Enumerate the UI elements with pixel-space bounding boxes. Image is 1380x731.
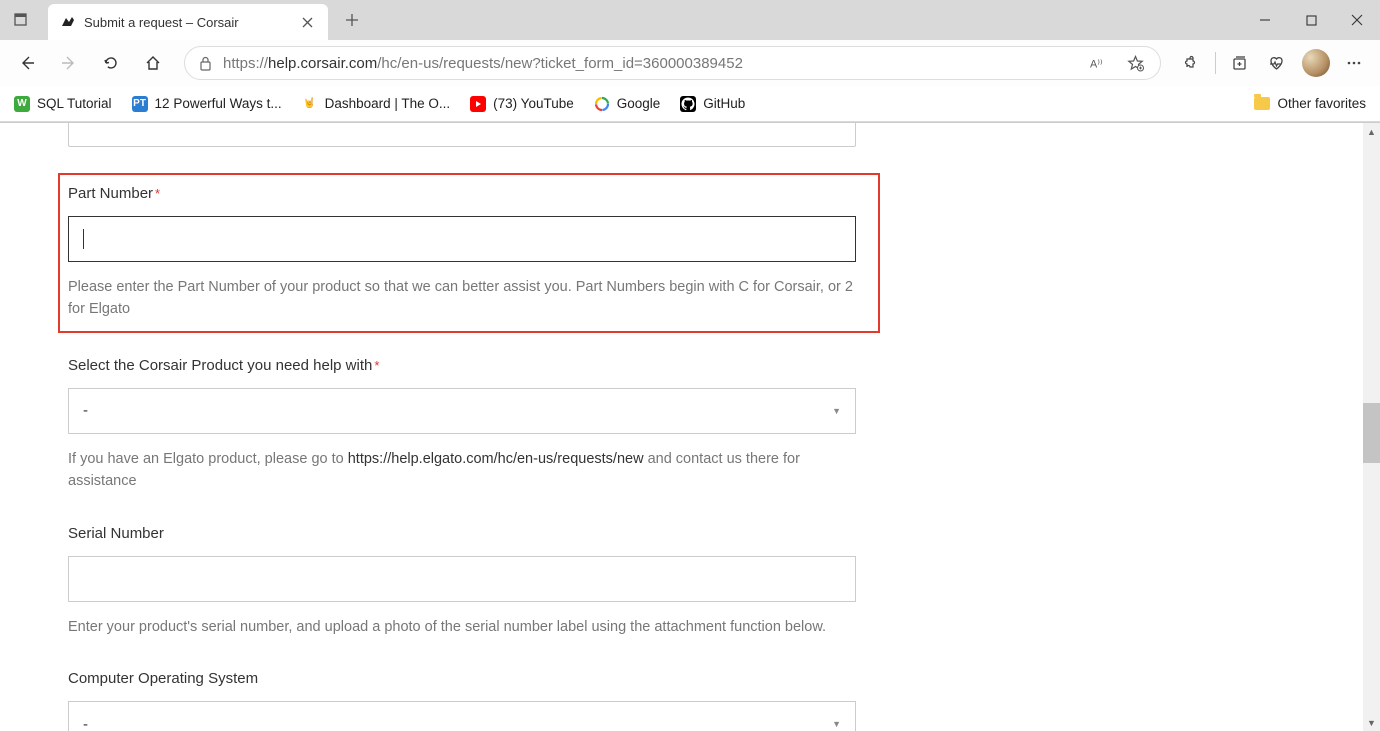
required-indicator: * [374, 358, 379, 373]
os-group: Computer Operating System - ▼ [68, 670, 900, 731]
scroll-up-button[interactable]: ▲ [1363, 123, 1380, 140]
address-bar[interactable]: https://help.corsair.com/hc/en-us/reques… [184, 46, 1161, 80]
corsair-favicon-icon [60, 14, 76, 30]
new-tab-button[interactable] [336, 4, 368, 36]
read-aloud-icon[interactable]: A⁾⁾ [1086, 50, 1112, 76]
google-icon [594, 96, 610, 112]
avatar-icon [1302, 49, 1330, 77]
os-label: Computer Operating System [68, 670, 900, 687]
extensions-icon[interactable] [1173, 44, 1209, 82]
page-content: Part Number* Please enter the Part Numbe… [0, 123, 900, 731]
bookmark-powerful-ways[interactable]: PT 12 Powerful Ways t... [132, 96, 282, 112]
toolbar: https://help.corsair.com/hc/en-us/reques… [0, 40, 1380, 86]
back-button[interactable] [8, 44, 46, 82]
chevron-down-icon: ▼ [832, 719, 841, 729]
scroll-down-button[interactable]: ▼ [1363, 714, 1380, 731]
dashboard-icon: 🤘 [302, 96, 318, 112]
label-text: Part Number [68, 185, 153, 202]
bookmark-sql-tutorial[interactable]: W SQL Tutorial [14, 96, 112, 112]
bookmark-github[interactable]: GitHub [680, 96, 745, 112]
bookmark-label: GitHub [703, 96, 745, 111]
required-indicator: * [155, 186, 160, 201]
other-favorites[interactable]: Other favorites [1254, 96, 1366, 111]
serial-group: Serial Number Enter your product's seria… [68, 525, 900, 638]
github-icon [680, 96, 696, 112]
url-domain: help.corsair.com [268, 55, 377, 72]
tab-actions-icon[interactable] [6, 4, 38, 36]
product-help: If you have an Elgato product, please go… [68, 448, 858, 493]
bookmarks-bar: W SQL Tutorial PT 12 Powerful Ways t... … [0, 86, 1380, 122]
svg-text:A⁾⁾: A⁾⁾ [1090, 59, 1103, 71]
previous-field-partial[interactable] [68, 123, 856, 147]
close-icon[interactable] [298, 13, 316, 31]
os-select[interactable]: - ▼ [68, 701, 856, 731]
scroll-thumb[interactable] [1363, 403, 1380, 463]
maximize-button[interactable] [1288, 0, 1334, 40]
url-path: /hc/en-us/requests/new?ticket_form_id=36… [377, 55, 743, 72]
profile-avatar[interactable] [1298, 44, 1334, 82]
toolbar-right [1173, 44, 1372, 82]
select-value: - [83, 716, 88, 731]
select-value: - [83, 402, 88, 419]
bookmark-label: SQL Tutorial [37, 96, 112, 111]
part-number-highlight: Part Number* Please enter the Part Numbe… [58, 173, 880, 333]
bookmark-label: (73) YouTube [493, 96, 574, 111]
forward-button[interactable] [50, 44, 88, 82]
refresh-button[interactable] [92, 44, 130, 82]
chevron-down-icon: ▼ [832, 406, 841, 416]
part-number-input[interactable] [68, 216, 856, 262]
collections-icon[interactable] [1222, 44, 1258, 82]
bookmark-label: Google [617, 96, 661, 111]
bookmark-google[interactable]: Google [594, 96, 661, 112]
bookmark-dashboard[interactable]: 🤘 Dashboard | The O... [302, 96, 451, 112]
bookmark-label: 12 Powerful Ways t... [155, 96, 282, 111]
scrollbar-track[interactable]: ▲ ▼ [1363, 123, 1380, 731]
serial-label: Serial Number [68, 525, 900, 542]
folder-icon [1254, 97, 1270, 110]
w3schools-icon: W [14, 96, 30, 112]
bookmark-label: Dashboard | The O... [325, 96, 451, 111]
pt-icon: PT [132, 96, 148, 112]
elgato-link[interactable]: https://help.elgato.com/hc/en-us/request… [348, 451, 644, 467]
text-cursor [83, 229, 84, 249]
bookmark-youtube[interactable]: (73) YouTube [470, 96, 574, 112]
serial-help: Enter your product's serial number, and … [68, 616, 858, 638]
browser-chrome: Submit a request – Corsair [0, 0, 1380, 123]
minimize-button[interactable] [1242, 0, 1288, 40]
youtube-icon [470, 96, 486, 112]
home-button[interactable] [134, 44, 172, 82]
toolbar-separator [1215, 52, 1216, 74]
part-number-help: Please enter the Part Number of your pro… [68, 276, 858, 321]
close-window-button[interactable] [1334, 0, 1380, 40]
performance-icon[interactable] [1260, 44, 1296, 82]
part-number-label: Part Number* [68, 185, 870, 202]
favorite-star-icon[interactable] [1122, 50, 1148, 76]
product-group: Select the Corsair Product you need help… [68, 357, 900, 493]
url-text: https://help.corsair.com/hc/en-us/reques… [223, 55, 1076, 72]
more-menu-icon[interactable] [1336, 44, 1372, 82]
tab-strip: Submit a request – Corsair [0, 0, 1380, 40]
window-controls [1242, 0, 1380, 40]
help-pre: If you have an Elgato product, please go… [68, 451, 348, 467]
product-select[interactable]: - ▼ [68, 388, 856, 434]
tab-title: Submit a request – Corsair [84, 15, 290, 30]
serial-input[interactable] [68, 556, 856, 602]
other-favorites-label: Other favorites [1277, 96, 1366, 111]
browser-tab[interactable]: Submit a request – Corsair [48, 4, 328, 40]
url-scheme: https:// [223, 55, 268, 72]
page-viewport: Part Number* Please enter the Part Numbe… [0, 123, 1380, 731]
label-text: Select the Corsair Product you need help… [68, 357, 372, 374]
product-label: Select the Corsair Product you need help… [68, 357, 900, 374]
lock-icon [197, 55, 213, 71]
